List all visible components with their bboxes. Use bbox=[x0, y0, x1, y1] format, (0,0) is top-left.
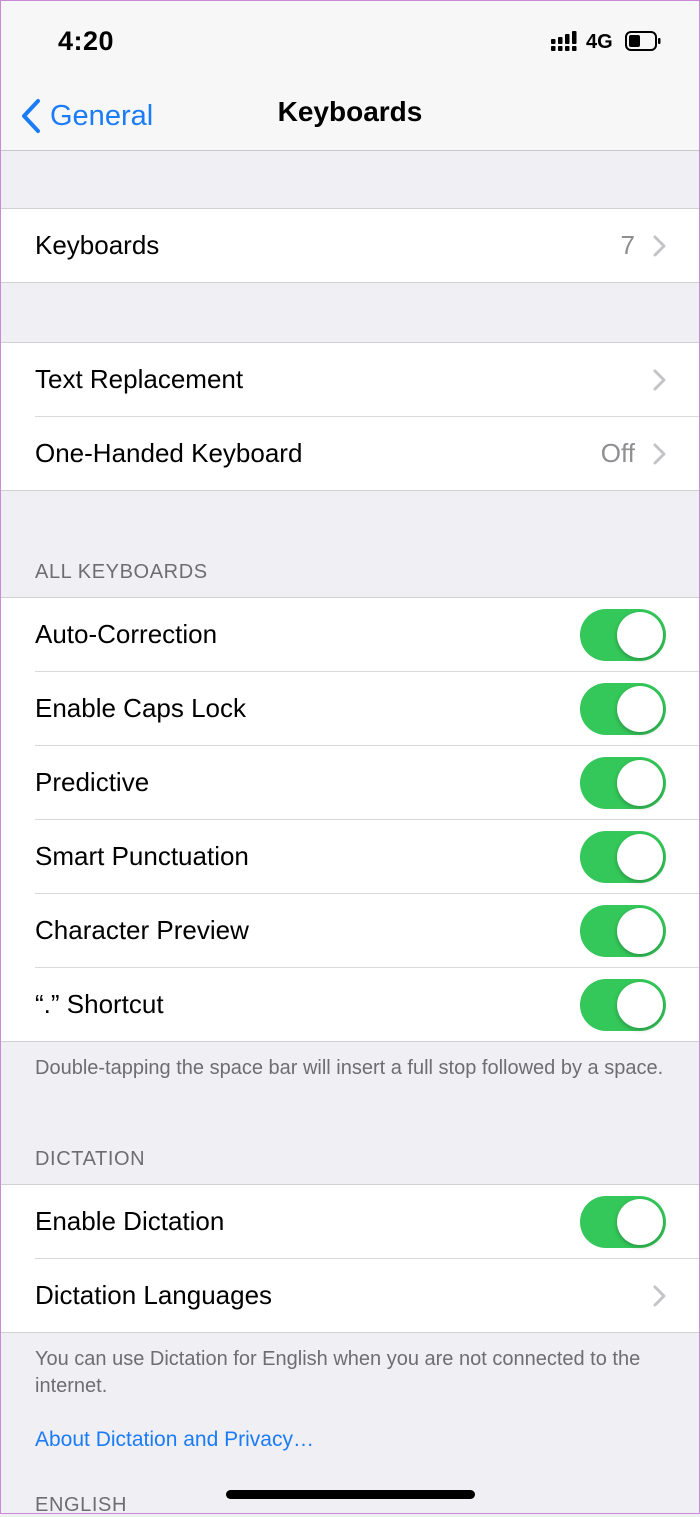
toggle-knob bbox=[617, 686, 663, 732]
cellular-signal-icon bbox=[551, 31, 577, 51]
enable-dictation-label: Enable Dictation bbox=[35, 1206, 225, 1236]
enable-dictation-row: Enable Dictation bbox=[35, 1185, 700, 1259]
status-bar: 4:20 4G bbox=[0, 0, 700, 84]
auto-correction-toggle[interactable] bbox=[580, 609, 666, 661]
page-title: Keyboards bbox=[277, 96, 423, 127]
text-replacement-label: Text Replacement bbox=[35, 364, 244, 394]
enable-caps-lock-row: Enable Caps Lock bbox=[35, 672, 700, 746]
chevron-right-icon bbox=[653, 235, 666, 257]
all-keyboards-header: ALL KEYBOARDS bbox=[35, 561, 208, 583]
smart-punctuation-toggle[interactable] bbox=[580, 831, 666, 883]
auto-correction-row: Auto-Correction bbox=[35, 598, 700, 672]
period-shortcut-row: “.” Shortcut bbox=[35, 968, 700, 1041]
predictive-row: Predictive bbox=[35, 746, 700, 820]
predictive-toggle[interactable] bbox=[580, 757, 666, 809]
period-shortcut-footer: Double-tapping the space bar will insert… bbox=[35, 1057, 664, 1079]
text-options-group: Text Replacement One-Handed Keyboard Off bbox=[0, 342, 700, 491]
keyboards-count: 7 bbox=[620, 230, 635, 260]
network-type: 4G bbox=[586, 31, 613, 53]
about-dictation-privacy-link[interactable]: About Dictation and Privacy… bbox=[35, 1428, 314, 1452]
toggle-knob bbox=[617, 908, 663, 954]
period-shortcut-toggle[interactable] bbox=[580, 979, 666, 1031]
status-time: 4:20 bbox=[58, 26, 115, 56]
dictation-languages-label: Dictation Languages bbox=[35, 1280, 273, 1310]
toggle-knob bbox=[617, 982, 663, 1028]
navigation-bar: General Keyboards bbox=[0, 84, 700, 151]
dictation-group: Enable Dictation Dictation Languages bbox=[0, 1184, 700, 1333]
dictation-languages-row[interactable]: Dictation Languages bbox=[35, 1259, 700, 1332]
auto-correction-label: Auto-Correction bbox=[35, 619, 218, 649]
keyboards-group: Keyboards 7 bbox=[0, 208, 700, 283]
toggle-knob bbox=[617, 1199, 663, 1245]
toggle-knob bbox=[617, 834, 663, 880]
one-handed-keyboard-row[interactable]: One-Handed Keyboard Off bbox=[35, 417, 700, 490]
character-preview-row: Character Preview bbox=[35, 894, 700, 968]
smart-punctuation-row: Smart Punctuation bbox=[35, 820, 700, 894]
keyboards-label: Keyboards bbox=[35, 230, 160, 260]
keyboards-row[interactable]: Keyboards 7 bbox=[35, 209, 700, 282]
one-handed-keyboard-label: One-Handed Keyboard bbox=[35, 438, 303, 468]
period-shortcut-label: “.” Shortcut bbox=[35, 989, 164, 1019]
enable-caps-lock-label: Enable Caps Lock bbox=[35, 693, 247, 723]
predictive-label: Predictive bbox=[35, 767, 150, 797]
home-indicator[interactable] bbox=[226, 1490, 475, 1499]
one-handed-keyboard-value: Off bbox=[600, 438, 635, 468]
all-keyboards-group: Auto-Correction Enable Caps Lock Predict… bbox=[0, 597, 700, 1042]
character-preview-label: Character Preview bbox=[35, 915, 249, 945]
smart-punctuation-label: Smart Punctuation bbox=[35, 841, 249, 871]
battery-icon bbox=[625, 31, 661, 51]
enable-dictation-toggle[interactable] bbox=[580, 1196, 666, 1248]
toggle-knob bbox=[617, 612, 663, 658]
text-replacement-row[interactable]: Text Replacement bbox=[35, 343, 700, 417]
toggle-knob bbox=[617, 760, 663, 806]
dictation-footer: You can use Dictation for English when y… bbox=[35, 1348, 641, 1397]
character-preview-toggle[interactable] bbox=[580, 905, 666, 957]
chevron-right-icon bbox=[653, 1285, 666, 1307]
chevron-right-icon bbox=[653, 369, 666, 391]
dictation-header: DICTATION bbox=[35, 1148, 146, 1170]
chevron-right-icon bbox=[653, 443, 666, 465]
enable-caps-lock-toggle[interactable] bbox=[580, 683, 666, 735]
